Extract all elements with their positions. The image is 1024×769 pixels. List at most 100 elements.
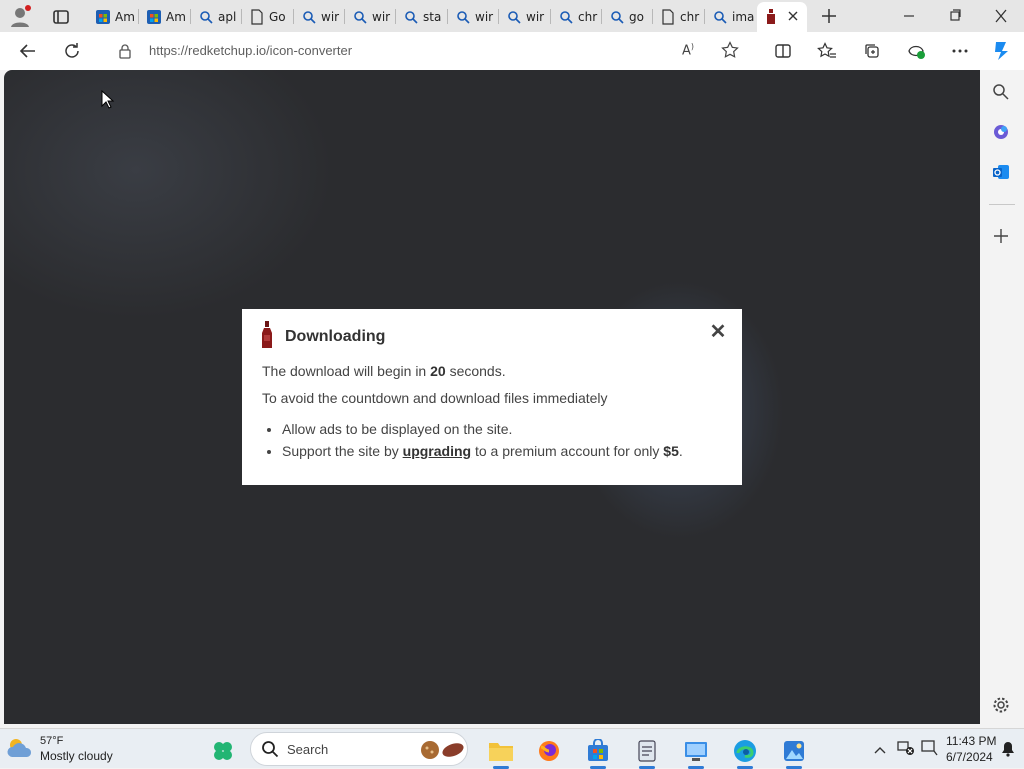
tab-separator: [241, 9, 242, 24]
close-modal-button[interactable]: ✕: [708, 322, 728, 342]
tab[interactable]: wir: [295, 4, 344, 30]
notepad-icon[interactable]: [630, 734, 664, 769]
network-icon[interactable]: [896, 739, 916, 761]
tab-label: Am: [115, 10, 135, 24]
search-icon: [712, 9, 728, 25]
tab-label: chr: [578, 10, 598, 24]
back-button[interactable]: [13, 36, 43, 66]
weather-cloud-icon[interactable]: [6, 736, 34, 764]
split-screen-icon[interactable]: [768, 36, 798, 66]
clock-date[interactable]: 6/7/2024: [946, 750, 993, 764]
tab[interactable]: ima: [706, 4, 755, 30]
list-item: Allow ads to be displayed on the site.: [282, 421, 683, 437]
add-icon[interactable]: [992, 227, 1010, 249]
tab-separator: [498, 9, 499, 24]
address-url[interactable]: https://redketchup.io/icon-converter: [149, 43, 352, 58]
tab-actions-icon[interactable]: [50, 6, 72, 28]
modal-title: Downloading: [285, 328, 386, 345]
ketchup-bottle-icon: [763, 9, 779, 25]
office-icon[interactable]: [992, 123, 1010, 145]
browser-essentials-icon[interactable]: [901, 36, 931, 66]
tab-strip: Am Am apl Go wir wir sta wir wir chr go chr ima: [0, 0, 1024, 32]
store-icon: [95, 9, 111, 25]
close-tab-icon[interactable]: [787, 10, 799, 25]
options-list: Allow ads to be displayed on the site. S…: [282, 421, 683, 465]
tab[interactable]: go: [603, 4, 652, 30]
search-icon: [198, 9, 214, 25]
search-icon: [352, 9, 368, 25]
tab[interactable]: chr: [552, 4, 601, 30]
copilot-icon[interactable]: [987, 36, 1017, 66]
ketchup-bottle-icon: [260, 321, 274, 354]
tab-label: sta: [423, 10, 442, 24]
browser-toolbar: https://redketchup.io/icon-converter A): [0, 32, 1024, 70]
blurred-background: [4, 70, 334, 320]
weather-desc[interactable]: Mostly cloudy: [40, 749, 113, 763]
read-aloud-icon[interactable]: A): [682, 42, 694, 58]
address-bar[interactable]: https://redketchup.io/icon-converter A): [102, 36, 758, 66]
edge-icon[interactable]: [728, 734, 762, 769]
profile-avatar[interactable]: [8, 5, 32, 29]
start-button[interactable]: [206, 734, 240, 768]
tab[interactable]: wir: [500, 4, 549, 30]
avoid-countdown-text: To avoid the countdown and download file…: [262, 390, 608, 406]
upgrading-link[interactable]: upgrading: [403, 443, 471, 459]
settings-gear-icon[interactable]: [992, 696, 1010, 718]
restore-button[interactable]: [944, 8, 966, 24]
tab[interactable]: Am: [140, 4, 189, 30]
remote-desktop-icon[interactable]: [679, 734, 713, 769]
notification-bell-icon[interactable]: [1001, 741, 1015, 761]
page-viewport: Downloading ✕ The download will begin in…: [4, 70, 980, 724]
favorites-icon[interactable]: [812, 36, 842, 66]
tab-separator: [550, 9, 551, 24]
new-tab-button[interactable]: [818, 5, 840, 27]
tab-separator: [395, 9, 396, 24]
tab-separator: [344, 9, 345, 24]
tab[interactable]: wir: [346, 4, 395, 30]
more-menu-icon[interactable]: [945, 36, 975, 66]
file-explorer-icon[interactable]: [484, 734, 518, 769]
tab[interactable]: Go: [243, 4, 292, 30]
download-modal: Downloading ✕ The download will begin in…: [242, 309, 742, 485]
close-window-button[interactable]: [990, 8, 1012, 24]
search-placeholder: Search: [287, 742, 329, 757]
microsoft-store-icon[interactable]: [581, 734, 615, 769]
minimize-button[interactable]: [898, 8, 920, 24]
collections-icon[interactable]: [857, 36, 887, 66]
countdown-value: 20: [430, 363, 446, 379]
firefox-icon[interactable]: [532, 734, 566, 768]
tab-label: Go: [269, 10, 286, 24]
tab[interactable]: sta: [397, 4, 446, 30]
lock-icon[interactable]: [118, 43, 132, 63]
photos-icon[interactable]: [777, 734, 811, 769]
search-icon: [261, 740, 279, 762]
tab-separator: [293, 9, 294, 24]
tab-label: apl: [218, 10, 237, 24]
tab[interactable]: Am: [89, 4, 138, 30]
page-icon: [660, 9, 676, 25]
taskbar-search[interactable]: Search: [250, 732, 468, 766]
taskbar: 57°F Mostly cloudy Search 11:43 PM 6/7/2…: [0, 728, 1024, 769]
list-item: Support the site by upgrading to a premi…: [282, 443, 683, 459]
refresh-button[interactable]: [57, 36, 87, 66]
tab[interactable]: apl: [192, 4, 241, 30]
weather-temp[interactable]: 57°F: [40, 735, 63, 747]
search-icon: [403, 9, 419, 25]
tab-label: wir: [475, 10, 494, 24]
chevron-up-icon[interactable]: [873, 741, 887, 760]
volume-icon[interactable]: [920, 739, 938, 761]
favorite-star-icon[interactable]: [721, 41, 739, 63]
edge-sidebar: [981, 70, 1024, 724]
tab[interactable]: chr: [654, 4, 703, 30]
search-highlight-icon: [419, 739, 465, 765]
tab-label: wir: [526, 10, 545, 24]
search-icon: [506, 9, 522, 25]
clock-time[interactable]: 11:43 PM: [946, 734, 996, 748]
mouse-cursor: [101, 89, 115, 114]
tab-label: wir: [321, 10, 340, 24]
outlook-icon[interactable]: [992, 163, 1010, 185]
search-icon[interactable]: [992, 83, 1010, 105]
tab[interactable]: wir: [449, 4, 498, 30]
price-value: $5: [663, 443, 679, 459]
tab-active[interactable]: [757, 2, 807, 32]
